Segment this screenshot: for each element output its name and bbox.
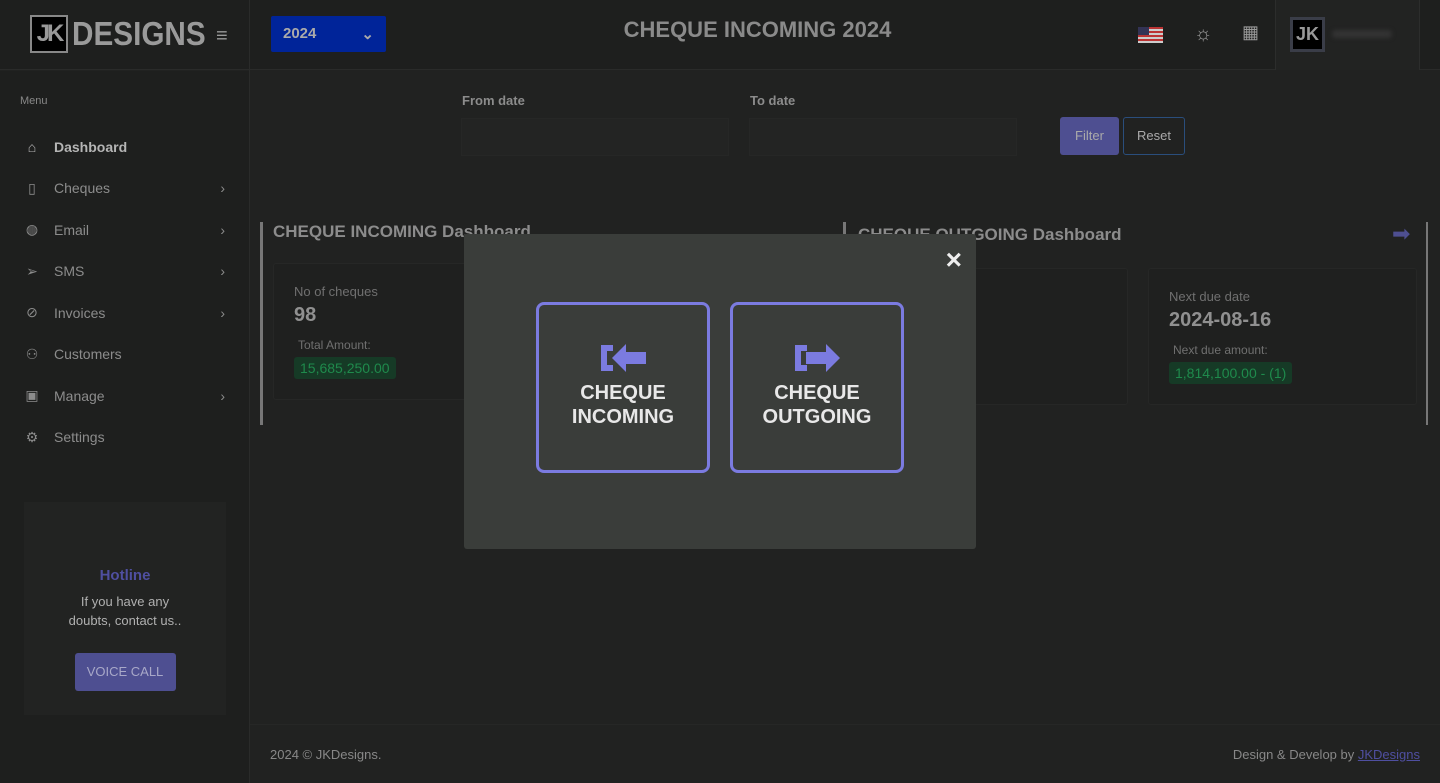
label: Manage <box>54 387 105 404</box>
credit-text: Design & Develop by <box>1232 747 1358 762</box>
cheque-incoming-button[interactable]: CHEQUE INCOMING <box>536 302 710 473</box>
logo-text: DESIGNS <box>72 15 206 52</box>
next-amount-label: Next due amount: <box>1173 343 1268 357</box>
count-label: No of cheques <box>294 284 378 299</box>
sidebar-item-settings[interactable]: ⚙ Settings <box>0 417 249 459</box>
book-icon: ▯ <box>28 179 36 196</box>
next-date-label: Next due date <box>1169 289 1250 304</box>
apps-grid-icon[interactable]: ▦ <box>1242 22 1259 43</box>
year-value: 2024 <box>283 25 317 42</box>
sidebar-item-email[interactable]: ◍ Email › <box>0 209 249 251</box>
cheque-outgoing-button[interactable]: CHEQUE OUTGOING <box>730 302 904 473</box>
label-line-2: OUTGOING <box>762 406 872 428</box>
chevron-right-icon: › <box>220 387 225 404</box>
menu-title: Menu <box>20 95 48 107</box>
username-blurred <box>1332 30 1392 38</box>
sun-icon[interactable]: ☼ <box>1194 23 1212 46</box>
divider <box>260 222 263 425</box>
sidebar: Menu ⌂ Dashboard ▯ Cheques › ◍ Email › ➢ SMS › … <box>0 71 249 783</box>
chevron-right-icon: › <box>220 304 225 321</box>
chip-icon: ▣ <box>25 387 39 404</box>
sidebar-item-cheques[interactable]: ▯ Cheques › <box>0 168 249 210</box>
label: Cheques <box>54 180 111 197</box>
label-line-1: CHEQUE <box>580 382 666 404</box>
total-badge: 15,685,250.00 <box>294 357 396 379</box>
filter-button[interactable]: Filter <box>1060 117 1119 155</box>
menu-toggle-icon[interactable]: ≡ <box>216 25 228 48</box>
user-menu[interactable]: JK <box>1275 0 1420 70</box>
hotline-card: Hotline If you have any doubts, contact … <box>24 502 226 715</box>
sidebar-item-manage[interactable]: ▣ Manage › <box>0 375 249 417</box>
us-flag-icon[interactable] <box>1138 27 1163 43</box>
jkdesigns-link[interactable]: JKDesigns <box>1358 747 1420 762</box>
label-line-1: CHEQUE <box>774 382 860 404</box>
total-label: Total Amount: <box>298 338 371 352</box>
close-button[interactable]: × <box>946 244 962 276</box>
home-icon: ⌂ <box>27 138 37 155</box>
globe-icon: ◍ <box>25 221 39 238</box>
footer: 2024 © JKDesigns. Design & Develop by JK… <box>250 724 1440 783</box>
credit: Design & Develop by JKDesigns <box>1233 747 1420 762</box>
hotline-text: If you have any doubts, contact us.. <box>68 594 182 628</box>
label: Dashboard <box>54 138 128 155</box>
copyright: 2024 © JKDesigns. <box>270 747 382 762</box>
sidebar-item-sms[interactable]: ➢ SMS › <box>0 251 249 293</box>
paperclip-icon: ⊘ <box>26 304 38 321</box>
sidebar-item-invoices[interactable]: ⊘ Invoices › <box>0 292 249 334</box>
send-icon: ➢ <box>26 262 38 279</box>
sign-out-icon <box>795 344 840 372</box>
users-icon: ⚇ <box>25 345 39 362</box>
count-value: 98 <box>294 304 317 326</box>
chevron-right-icon: › <box>220 180 225 197</box>
label: Customers <box>54 346 122 363</box>
incoming-count-card: No of cheques 98 Total Amount: 15,685,25… <box>273 263 473 400</box>
chevron-right-icon: › <box>220 263 225 280</box>
from-date-label: From date <box>462 93 525 108</box>
reset-button[interactable]: Reset <box>1123 117 1185 155</box>
to-date-input[interactable] <box>749 118 1017 156</box>
next-due-card: Next due date 2024-08-16 Next due amount… <box>1148 268 1417 405</box>
year-select[interactable]: 2024 ⌄ <box>271 16 386 52</box>
next-amount-badge: 1,814,100.00 - (1) <box>1169 362 1293 384</box>
page-title: CHEQUE INCOMING 2024 <box>623 17 892 42</box>
cheque-type-modal: × CHEQUE INCOMING CHEQUE OUTGOING <box>464 234 976 549</box>
from-date-input[interactable] <box>461 118 729 156</box>
label: Email <box>54 221 90 238</box>
header: JK DESIGNS ≡ 2024 ⌄ CHEQUE INCOMING 2024 ☼… <box>0 0 1440 70</box>
hotline-title: Hotline <box>99 567 151 584</box>
logo[interactable]: JK DESIGNS <box>30 15 221 53</box>
voice-call-button[interactable]: VOICE CALL <box>74 653 176 691</box>
label: SMS <box>54 263 85 280</box>
to-date-label: To date <box>750 93 796 108</box>
divider <box>1426 222 1428 425</box>
label: Settings <box>54 429 105 446</box>
sidebar-item-dashboard[interactable]: ⌂ Dashboard <box>0 126 249 168</box>
avatar: JK <box>1290 17 1325 52</box>
label-line-2: INCOMING <box>571 406 675 428</box>
chevron-down-icon: ⌄ <box>361 26 374 43</box>
label: Invoices <box>54 304 106 321</box>
sign-in-icon <box>601 344 646 372</box>
next-date-value: 2024-08-16 <box>1169 309 1272 331</box>
sign-out-icon[interactable]: ➡ <box>1392 221 1410 247</box>
sidebar-item-customers[interactable]: ⚇ Customers <box>0 334 249 376</box>
chevron-right-icon: › <box>220 221 225 238</box>
gear-icon: ⚙ <box>25 428 39 445</box>
divider <box>249 0 250 783</box>
logo-mark: JK <box>30 15 68 53</box>
